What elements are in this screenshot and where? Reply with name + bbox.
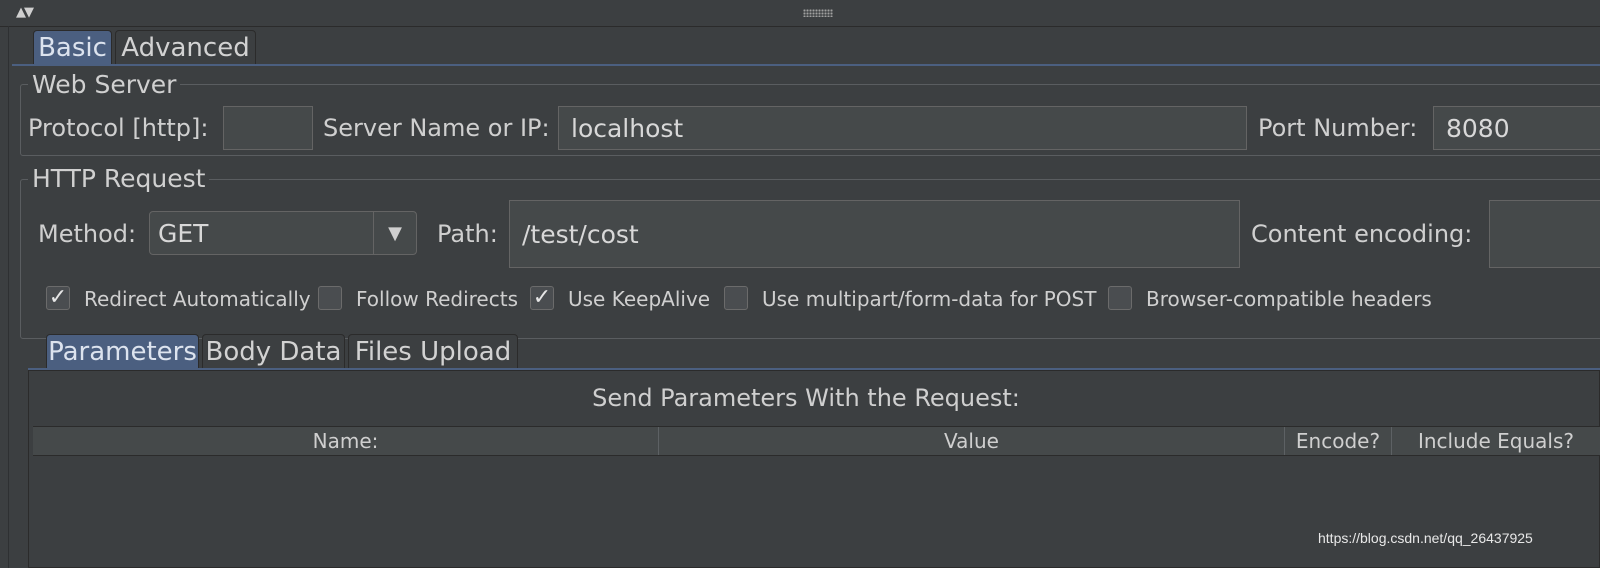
content-encoding-label: Content encoding: xyxy=(1251,220,1473,248)
server-name-input[interactable]: localhost xyxy=(558,106,1247,150)
method-value: GET xyxy=(158,218,209,248)
tab-files-upload[interactable]: Files Upload xyxy=(348,334,518,368)
follow-redirects-label: Follow Redirects xyxy=(356,287,518,311)
splitter-grip-icon[interactable] xyxy=(803,9,833,17)
tab-basic-label: Basic xyxy=(38,32,107,63)
tab-basic[interactable]: Basic xyxy=(33,30,112,64)
checkbox-redirect-automatically[interactable]: ✓ xyxy=(46,286,70,310)
tab-advanced-label: Advanced xyxy=(121,32,250,63)
chevron-down-icon[interactable]: ▼ xyxy=(373,212,416,254)
collapse-arrows-icon[interactable]: ▲▼ xyxy=(16,6,34,20)
path-label: Path: xyxy=(437,220,498,248)
port-number-input[interactable]: 8080 xyxy=(1433,106,1600,150)
column-header-value[interactable]: Value xyxy=(659,427,1285,455)
tab-parameters-label: Parameters xyxy=(48,336,197,367)
multipart-label: Use multipart/form-data for POST xyxy=(762,287,1097,311)
web-server-title: Web Server xyxy=(28,71,181,99)
server-name-label: Server Name or IP: xyxy=(323,114,550,142)
tab-advanced[interactable]: Advanced xyxy=(115,30,256,64)
redirect-automatically-label: Redirect Automatically xyxy=(84,287,311,311)
checkbox-multipart[interactable] xyxy=(724,286,748,310)
method-select[interactable]: GET ▼ xyxy=(149,211,417,255)
protocol-label: Protocol [http]: xyxy=(28,114,209,142)
parameters-table-header: Name: Value Encode? Include Equals? xyxy=(33,426,1600,456)
checkbox-browser-compatible-headers[interactable] xyxy=(1108,286,1132,310)
checkbox-follow-redirects[interactable] xyxy=(318,286,342,310)
use-keepalive-label: Use KeepAlive xyxy=(568,287,711,311)
method-label: Method: xyxy=(38,220,137,248)
content-encoding-input[interactable] xyxy=(1489,200,1600,268)
browser-compatible-headers-label: Browser-compatible headers xyxy=(1146,287,1432,311)
column-header-include-equals[interactable]: Include Equals? xyxy=(1392,427,1600,455)
protocol-input[interactable] xyxy=(223,106,313,150)
tab-underline xyxy=(12,64,1600,66)
tab-parameters[interactable]: Parameters xyxy=(46,334,199,368)
path-input[interactable]: /test/cost xyxy=(509,200,1240,268)
left-divider xyxy=(8,26,9,568)
port-number-label: Port Number: xyxy=(1258,114,1418,142)
checkbox-use-keepalive[interactable]: ✓ xyxy=(530,286,554,310)
column-header-encode[interactable]: Encode? xyxy=(1285,427,1392,455)
tab-files-upload-label: Files Upload xyxy=(354,336,512,367)
parameters-caption: Send Parameters With the Request: xyxy=(592,384,1020,412)
tab-body-data[interactable]: Body Data xyxy=(202,334,345,368)
watermark: https://blog.csdn.net/qq_26437925 xyxy=(1318,530,1533,546)
http-request-title: HTTP Request xyxy=(28,165,210,193)
tab-body-data-label: Body Data xyxy=(205,336,342,367)
top-strip xyxy=(0,0,1600,27)
column-header-name[interactable]: Name: xyxy=(33,427,659,455)
